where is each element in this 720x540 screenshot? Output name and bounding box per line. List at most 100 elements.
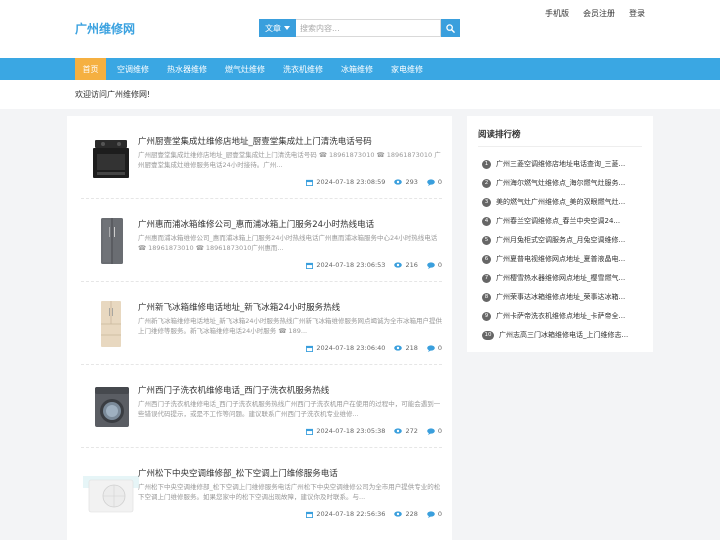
calendar-icon — [306, 345, 314, 352]
rank-title[interactable]: 广州志高三门冰箱维修电话_上门维修志... — [499, 330, 628, 340]
article-comments: 0 — [437, 344, 442, 352]
rank-item[interactable]: 9 广州卡萨帝洗衣机维修点地址_卡萨帝全... — [482, 310, 642, 322]
rank-item[interactable]: 2 广州海尔燃气灶维修点_海尔燃气灶服务... — [482, 177, 642, 189]
rank-number: 8 — [482, 292, 491, 302]
article-item[interactable]: 广州西门子洗衣机维修电话_西门子洗衣机服务热线 广州西门子洗衣机维修电话_西门子… — [67, 365, 452, 447]
rank-item[interactable]: 7 广州樱雪热水器维修网点地址_樱雪燃气... — [482, 272, 642, 284]
comment-icon — [427, 427, 435, 435]
nav-item-home[interactable]: 首页 — [75, 58, 106, 80]
caret-down-icon — [284, 26, 290, 30]
rank-title[interactable]: 广州三菱空调维修店地址电话查询_三菱... — [496, 159, 625, 169]
article-item[interactable]: 广州新飞冰箱维修电话地址_新飞冰箱24小时服务热线 广州新飞冰箱维修电话地址_新… — [67, 282, 452, 364]
welcome-bar: 欢迎访问广州维修网! — [0, 80, 720, 109]
reading-rank-panel: 阅读排行榜 1 广州三菱空调维修店地址电话查询_三菱... 2 广州海尔燃气灶维… — [467, 116, 653, 352]
article-comments: 0 — [437, 178, 442, 186]
calendar-icon — [306, 179, 314, 186]
rank-number: 10 — [482, 330, 494, 340]
article-title[interactable]: 广州松下中央空调维修部_松下空调上门维修服务电话 — [138, 467, 438, 479]
article-comments: 0 — [437, 427, 442, 435]
calendar-icon — [306, 511, 314, 518]
article-item[interactable]: 广州厨壹堂集成灶维修店地址_厨壹堂集成灶上门清洗电话号码 广州厨壹堂集成灶维修店… — [67, 116, 452, 198]
rank-number: 6 — [482, 254, 491, 264]
rank-item[interactable]: 8 广州荣事达冰箱维修点地址_荣事达冰箱... — [482, 291, 642, 303]
article-title[interactable]: 广州西门子洗衣机维修电话_西门子洗衣机服务热线 — [138, 384, 438, 396]
french-door-fridge-image[interactable] — [81, 298, 141, 350]
rank-item[interactable]: 5 广州月兔柜式空调服务点_月兔空调维修... — [482, 234, 642, 246]
rank-number: 5 — [482, 235, 491, 245]
nav-item-ac-repair[interactable]: 空调维修 — [109, 58, 157, 80]
rank-item[interactable]: 1 广州三菱空调维修店地址电话查询_三菱... — [482, 158, 642, 170]
rank-title[interactable]: 广州卡萨帝洗衣机维修点地址_卡萨帝全... — [496, 311, 625, 321]
article-item[interactable]: 广州松下中央空调维修部_松下空调上门维修服务电话 广州松下中央空调维修部_松下空… — [67, 448, 452, 530]
site-logo[interactable]: 广州维修网 — [75, 20, 135, 37]
rank-title[interactable]: 广州樱雪热水器维修网点地址_樱雪燃气... — [496, 273, 625, 283]
article-meta: 2024-07-18 22:56:36 228 0 — [306, 510, 442, 518]
eye-icon — [394, 345, 403, 351]
article-date: 2024-07-18 23:08:59 — [316, 178, 386, 186]
calendar-icon — [306, 428, 314, 435]
login-link[interactable]: 登录 — [629, 8, 645, 19]
rank-title[interactable]: 广州夏普电视维修网点地址_夏普液晶电... — [496, 254, 625, 264]
rank-title[interactable]: 美的燃气灶广州维修点_美的双眼燃气灶... — [496, 197, 625, 207]
search-input[interactable] — [296, 19, 441, 37]
rank-number: 9 — [482, 311, 491, 321]
article-title[interactable]: 广州惠而浦冰箱维修公司_惠而浦冰箱上门服务24小时热线电话 — [138, 218, 438, 230]
search-icon — [446, 23, 455, 33]
rank-title[interactable]: 广州月兔柜式空调服务点_月兔空调维修... — [496, 235, 625, 245]
article-views: 293 — [405, 178, 418, 186]
article-comments: 0 — [437, 510, 442, 518]
rank-title[interactable]: 广州荣事达冰箱维修点地址_荣事达冰箱... — [496, 292, 625, 302]
refrigerator-image[interactable] — [81, 215, 141, 267]
search-button[interactable] — [441, 19, 460, 37]
article-summary: 广州新飞冰箱维修电话地址_新飞冰箱24小时服务热线广州新飞冰箱维修服务网点竭诚为… — [138, 317, 443, 335]
site-header: 广州维修网 文章 手机版 会员注册 登录 — [0, 0, 720, 58]
main-nav: 首页 空调维修 热水器维修 燃气灶维修 洗衣机维修 冰箱维修 家电维修 — [0, 58, 720, 80]
article-date: 2024-07-18 23:05:38 — [316, 427, 386, 435]
article-meta: 2024-07-18 23:06:40 218 0 — [306, 344, 442, 352]
article-list: 广州厨壹堂集成灶维修店地址_厨壹堂集成灶上门清洗电话号码 广州厨壹堂集成灶维修店… — [67, 116, 452, 540]
top-links: 手机版 会员注册 登录 — [545, 8, 645, 19]
rank-number: 7 — [482, 273, 491, 283]
article-views: 272 — [405, 427, 418, 435]
nav-item-appliance[interactable]: 家电维修 — [383, 58, 431, 80]
rank-number: 2 — [482, 178, 491, 188]
comment-icon — [427, 178, 435, 186]
rank-item[interactable]: 10 广州志高三门冰箱维修电话_上门维修志... — [482, 329, 642, 341]
article-views: 218 — [405, 344, 418, 352]
nav-item-fridge[interactable]: 冰箱维修 — [333, 58, 381, 80]
nav-item-washer[interactable]: 洗衣机维修 — [275, 58, 331, 80]
article-summary: 广州厨壹堂集成灶维修店地址_厨壹堂集成灶上门清洗电话号码 ☎ 189618730… — [138, 151, 441, 169]
panel-title: 阅读排行榜 — [478, 130, 521, 140]
eye-icon — [394, 262, 403, 268]
integrated-stove-image[interactable] — [81, 132, 141, 184]
rank-item[interactable]: 4 广州春兰空调维修点_春兰中央空调24... — [482, 215, 642, 227]
eye-icon — [394, 428, 403, 434]
nav-item-gas-stove[interactable]: 燃气灶维修 — [217, 58, 273, 80]
rank-title[interactable]: 广州海尔燃气灶维修点_海尔燃气灶服务... — [496, 178, 625, 188]
register-link[interactable]: 会员注册 — [583, 8, 615, 19]
article-item[interactable]: 广州惠而浦冰箱维修公司_惠而浦冰箱上门服务24小时热线电话 广州惠而浦冰箱维修公… — [67, 199, 452, 281]
rank-number: 3 — [482, 197, 491, 207]
mobile-version-link[interactable]: 手机版 — [545, 8, 569, 19]
rank-item[interactable]: 6 广州夏普电视维修网点地址_夏普液晶电... — [482, 253, 642, 265]
article-date: 2024-07-18 23:06:53 — [316, 261, 386, 269]
article-summary: 广州惠而浦冰箱维修公司_惠而浦冰箱上门服务24小时热线电话广州惠而浦冰箱服务中心… — [138, 234, 438, 252]
article-title[interactable]: 广州厨壹堂集成灶维修店地址_厨壹堂集成灶上门清洗电话号码 — [138, 135, 438, 147]
article-title[interactable]: 广州新飞冰箱维修电话地址_新飞冰箱24小时服务热线 — [138, 301, 438, 313]
rank-title[interactable]: 广州春兰空调维修点_春兰中央空调24... — [496, 216, 620, 226]
washing-machine-image[interactable] — [81, 381, 141, 433]
article-summary: 广州西门子洗衣机维修电话_西门子洗衣机服务热线广州西门子洗衣机用户在使用的过程中… — [138, 400, 441, 418]
search-type-select[interactable]: 文章 — [259, 19, 296, 37]
rank-number: 4 — [482, 216, 491, 226]
article-views: 216 — [405, 261, 418, 269]
article-meta: 2024-07-18 23:05:38 272 0 — [306, 427, 442, 435]
article-summary: 广州松下中央空调维修部_松下空调上门维修服务电话广州松下中央空调维修公司为全市用… — [138, 483, 441, 501]
air-conditioner-image[interactable] — [81, 464, 141, 516]
eye-icon — [394, 179, 403, 185]
divider — [478, 146, 642, 147]
rank-item[interactable]: 3 美的燃气灶广州维修点_美的双眼燃气灶... — [482, 196, 642, 208]
search-bar: 文章 — [259, 19, 460, 37]
article-views: 228 — [405, 510, 418, 518]
nav-item-water-heater[interactable]: 热水器维修 — [159, 58, 215, 80]
rank-number: 1 — [482, 159, 491, 169]
